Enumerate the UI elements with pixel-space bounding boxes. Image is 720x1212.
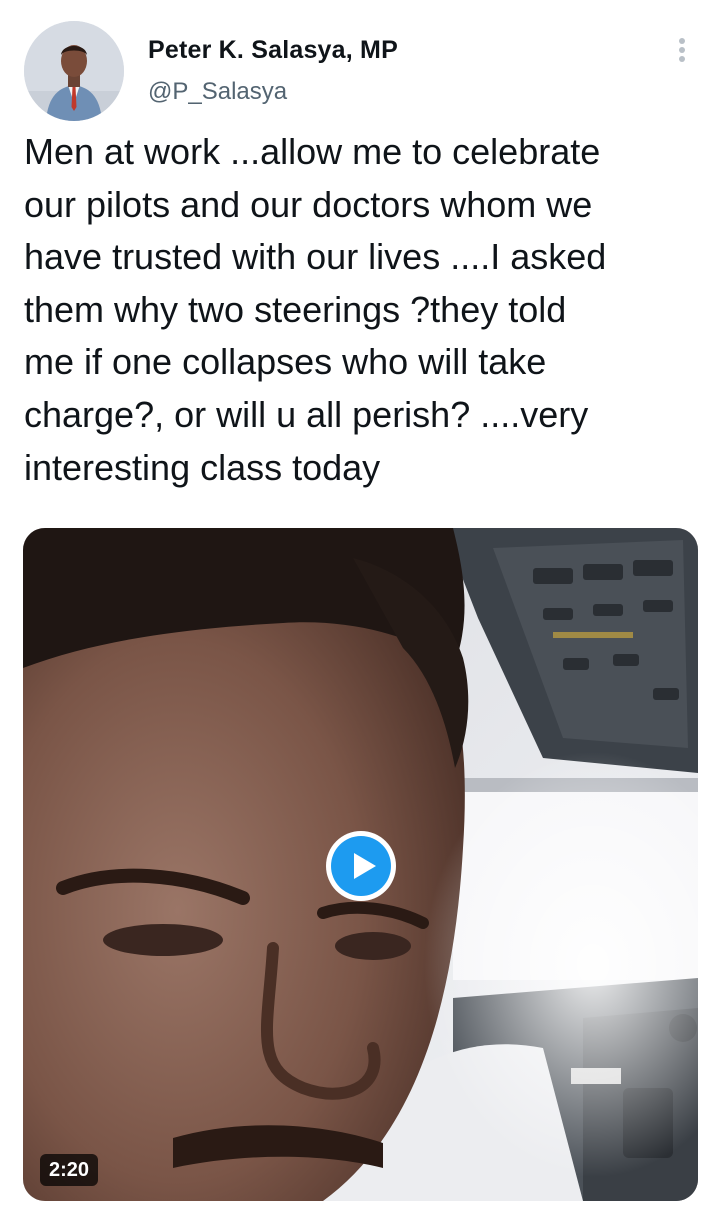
play-icon [326,831,396,901]
more-vertical-icon [679,38,685,62]
video-player[interactable]: 2:20 [23,528,698,1201]
author-avatar[interactable] [24,21,124,121]
video-duration-badge: 2:20 [40,1154,99,1186]
play-button[interactable] [324,829,398,903]
author-handle[interactable]: @P_Salasya [148,78,287,106]
profile-photo [24,21,124,121]
tweet-text: Men at work ...allow me to celebrate our… [24,131,607,488]
more-options-button[interactable] [664,34,700,70]
author-display-name[interactable]: Peter K. Salasya, MP [148,36,398,65]
